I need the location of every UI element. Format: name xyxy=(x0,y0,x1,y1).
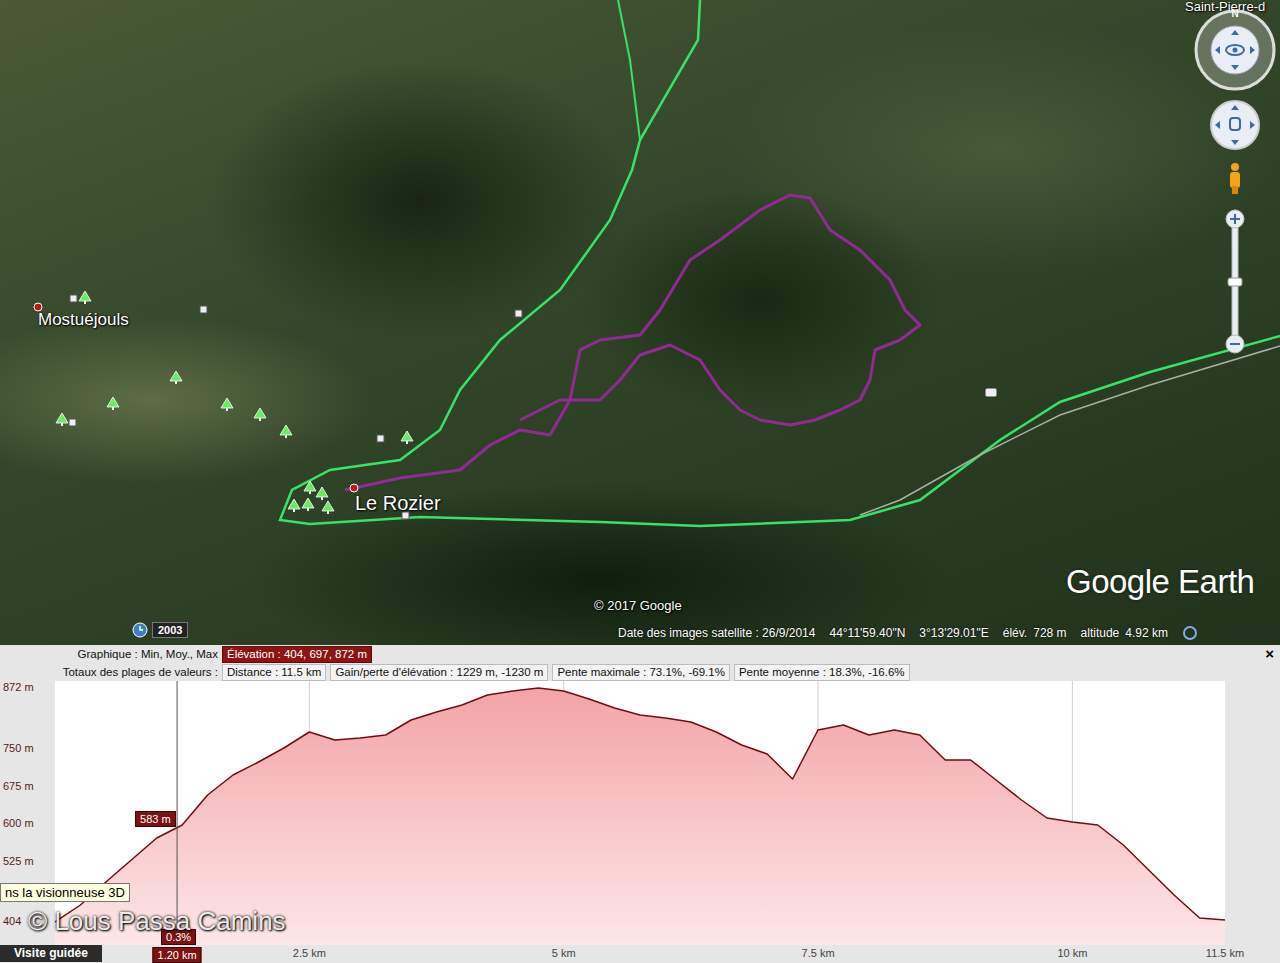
poi-icon[interactable] xyxy=(515,310,522,317)
poi-icon[interactable] xyxy=(70,295,77,302)
tree-icon[interactable] xyxy=(221,398,233,411)
place-marker-icon[interactable] xyxy=(34,303,42,311)
satellite-map[interactable]: MostuéjoulsLe RozierSaint-Pierre-dN2003©… xyxy=(0,0,1280,645)
navigation-controls[interactable]: N xyxy=(1190,0,1280,360)
cursor-elevation-badge: 583 m xyxy=(135,811,176,827)
road-line xyxy=(618,0,640,140)
elevation-line[interactable] xyxy=(55,688,1225,922)
x-tick: 2.5 km xyxy=(293,947,326,959)
status-bar: Date des images satellite : 26/9/2014 44°… xyxy=(618,625,1198,641)
guided-tour-button[interactable]: Visite guidée xyxy=(0,945,102,962)
copyright: © 2017 Google xyxy=(594,599,682,613)
zoom-out-icon[interactable] xyxy=(1226,335,1244,353)
tree-icon[interactable] xyxy=(302,498,314,511)
google-earth-logo: Google Earth xyxy=(1066,564,1254,600)
close-button[interactable]: × xyxy=(1263,646,1276,662)
summary-row: Graphique : Min, Moy., Max Élévation : 40… xyxy=(0,645,1280,663)
elevation-profile-panel: Graphique : Min, Moy., Max Élévation : 40… xyxy=(0,645,1280,963)
tree-icon[interactable] xyxy=(107,397,119,410)
compass-north[interactable]: N xyxy=(1231,8,1238,19)
y-axis: 872 m 750 m 675 m 600 m 525 m 404 xyxy=(0,681,55,945)
chart-body: 872 m 750 m 675 m 600 m 525 m 404 583 m0.3% xyxy=(0,681,1280,945)
x-tick: 10 km xyxy=(1057,947,1087,959)
place-label[interactable]: Le Rozier xyxy=(355,492,441,514)
year-badge[interactable]: 2003 xyxy=(152,622,188,638)
elevation-label: élév. xyxy=(1003,626,1027,640)
x-axis: 2.5 km 5 km 7.5 km 10 km 11.5 km 1.20 km Visit… xyxy=(0,945,1280,963)
tree-icon[interactable] xyxy=(56,413,68,426)
tree-icon[interactable] xyxy=(170,371,182,384)
poi-icon[interactable] xyxy=(69,419,76,426)
hike-track xyxy=(345,195,920,490)
loading-ring-icon xyxy=(1182,625,1198,641)
imagery-date: Date des images satellite : 26/9/2014 xyxy=(618,626,815,640)
zoom-in-icon[interactable] xyxy=(1226,210,1244,228)
place-marker-icon[interactable] xyxy=(350,484,358,492)
y-tick: 675 m xyxy=(3,780,34,792)
altitude-readout: altitude 4.92 km xyxy=(1081,626,1168,640)
x-tick: 11.5 km xyxy=(1206,947,1244,959)
tooltip: ns la visionneuse 3D xyxy=(0,883,130,902)
summary-field[interactable]: Distance : 11.5 km xyxy=(222,664,326,681)
historical-imagery[interactable]: 2003 xyxy=(132,622,188,638)
zoom-slider[interactable] xyxy=(1226,210,1244,353)
place-label[interactable]: Mostuéjouls xyxy=(38,311,129,330)
chart-margin xyxy=(1225,681,1280,945)
altitude-value: 4.92 km xyxy=(1125,626,1168,640)
chart-canvas[interactable] xyxy=(55,681,1225,945)
tree-icon[interactable] xyxy=(304,481,316,494)
summary-label: Graphique : Min, Moy., Max xyxy=(0,648,218,660)
y-tick: 404 xyxy=(3,915,21,927)
y-tick: 525 m xyxy=(3,855,34,867)
tree-icon[interactable] xyxy=(280,425,292,438)
camera-icon[interactable] xyxy=(985,388,997,397)
x-tick: 7.5 km xyxy=(802,947,835,959)
latitude: 44°11'59.40"N xyxy=(829,626,905,640)
poi-icon[interactable] xyxy=(200,306,207,313)
tree-icon[interactable] xyxy=(79,291,91,304)
look-joystick-icon[interactable] xyxy=(1196,11,1274,89)
x-tick: 5 km xyxy=(552,947,576,959)
summary-field[interactable]: Pente moyenne : 18.3%, -16.6% xyxy=(734,664,910,681)
pan-hand-icon[interactable] xyxy=(1211,101,1259,149)
y-tick: 872 m xyxy=(3,681,34,693)
poi-icon[interactable] xyxy=(377,435,384,442)
pegman-icon[interactable] xyxy=(1230,163,1240,194)
tree-icon[interactable] xyxy=(316,487,328,500)
watermark: © Lous Passa Camins xyxy=(28,906,286,937)
elevation-readout: élév. 728 m xyxy=(1003,626,1067,640)
cursor-line[interactable] xyxy=(177,681,178,945)
road-line xyxy=(860,346,1280,515)
road-line xyxy=(280,0,1280,526)
elevation-value: 728 m xyxy=(1033,626,1066,640)
y-tick: 600 m xyxy=(3,817,34,829)
clock-icon[interactable] xyxy=(132,622,148,638)
map-overlay xyxy=(0,0,1280,645)
zoom-thumb-icon[interactable] xyxy=(1228,278,1242,286)
tree-icon[interactable] xyxy=(401,431,413,444)
summary-label: Totaux des plages de valeurs : xyxy=(0,666,218,678)
altitude-label: altitude xyxy=(1081,626,1120,640)
elevation-chart[interactable]: 583 m0.3% xyxy=(55,681,1225,945)
y-tick: 750 m xyxy=(3,742,34,754)
tree-icon[interactable] xyxy=(322,501,334,514)
summary-row: Totaux des plages de valeurs : Distance :… xyxy=(0,663,1280,681)
tree-icon[interactable] xyxy=(254,408,266,421)
tree-icon[interactable] xyxy=(288,499,300,512)
summary-field[interactable]: Gain/perte d'élévation : 1229 m, -1230 m xyxy=(330,664,548,681)
cursor-distance-badge: 1.20 km xyxy=(153,947,202,963)
longitude: 3°13'29.01"E xyxy=(919,626,988,640)
summary-field[interactable]: Élévation : 404, 697, 872 m xyxy=(222,646,372,663)
summary-field[interactable]: Pente maximale : 73.1%, -69.1% xyxy=(552,664,729,681)
